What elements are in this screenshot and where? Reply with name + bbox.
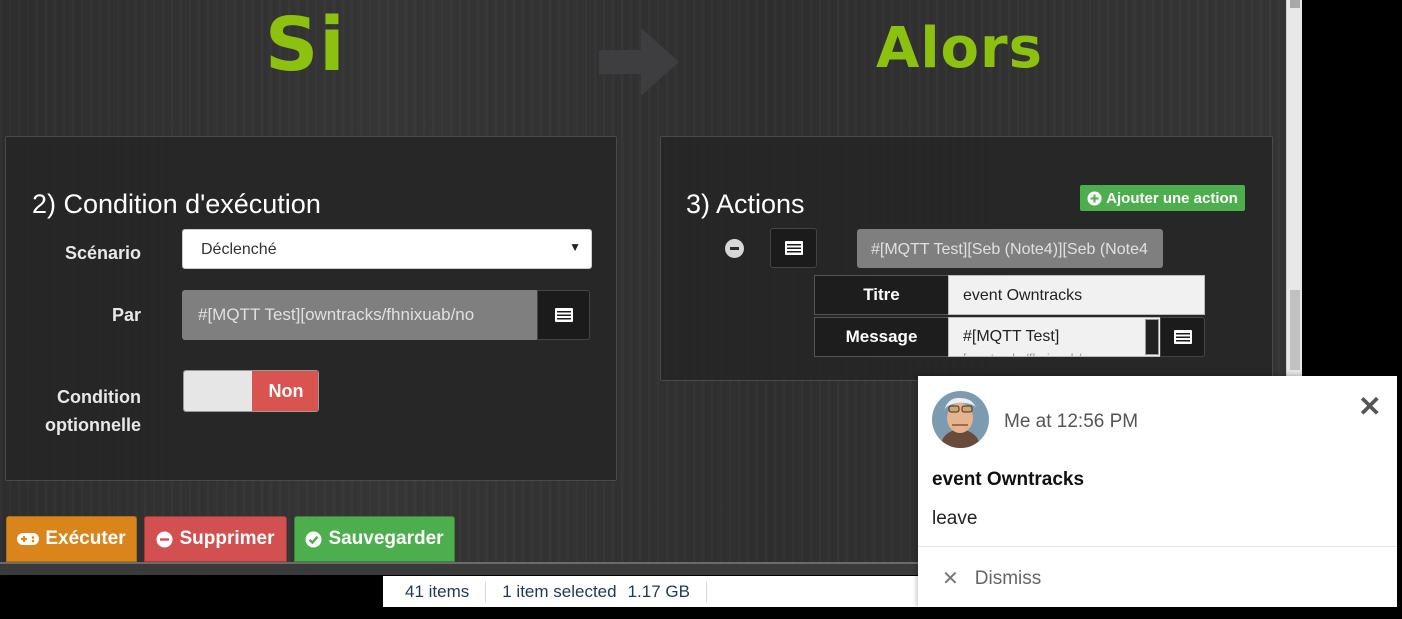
execute-button[interactable]: Exécuter xyxy=(6,516,137,562)
notification-title: event Owntracks xyxy=(932,469,1085,490)
status-separator xyxy=(705,581,707,602)
delete-label: Supprimer xyxy=(179,528,275,549)
save-label: Sauvegarder xyxy=(328,528,444,549)
list-icon xyxy=(554,308,573,322)
notification-divider xyxy=(918,546,1397,547)
condition-title: 2) Condition d'exécution xyxy=(32,189,321,219)
actions-title: 3) Actions xyxy=(686,189,805,219)
if-heading: Si xyxy=(265,2,346,88)
execute-label: Exécuter xyxy=(45,528,126,549)
par-select-button[interactable] xyxy=(537,290,590,340)
dismiss-x-icon: ✕ xyxy=(942,568,959,590)
plus-circle-icon xyxy=(1087,191,1102,205)
action-select-button[interactable] xyxy=(770,228,817,268)
message-label: Message xyxy=(814,317,949,357)
optional-condition-toggle[interactable]: Non xyxy=(183,370,319,412)
arrow-right-icon xyxy=(599,28,679,96)
notification-body: leave xyxy=(932,508,978,529)
titre-label: Titre xyxy=(814,275,949,315)
remove-action-icon[interactable] xyxy=(725,239,744,258)
scroll-up-arrow[interactable] xyxy=(1290,0,1300,8)
caret-down-icon: ▼ xyxy=(569,240,581,254)
add-action-label: Ajouter une action xyxy=(1106,189,1238,207)
delete-button[interactable]: Supprimer xyxy=(144,516,287,562)
message-line1: #[MQTT Test] xyxy=(963,328,1060,345)
toggle-no-label: Non xyxy=(252,371,318,411)
notification-toast[interactable]: Me at 12:56 PM ✕ event Owntracks leave ✕… xyxy=(918,376,1397,607)
optional-condition-label: Condition optionnelle xyxy=(20,383,141,439)
selected-size: 1.17 GB xyxy=(627,581,690,601)
selected-count: 1 item selected xyxy=(502,581,617,601)
toggle-knob xyxy=(184,371,252,411)
titre-input[interactable]: event Owntracks xyxy=(948,275,1205,315)
close-icon[interactable]: ✕ xyxy=(1358,390,1381,423)
add-action-button[interactable]: Ajouter une action xyxy=(1080,185,1245,211)
par-input[interactable]: #[MQTT Test][owntracks/fhnixuab/no xyxy=(182,290,538,340)
then-heading: Alors xyxy=(876,16,1043,81)
dismiss-label: Dismiss xyxy=(974,567,1042,589)
optional-label-line1: Condition xyxy=(57,387,141,407)
list-icon xyxy=(1173,330,1192,344)
scenario-label: Scénario xyxy=(64,243,141,263)
message-textarea[interactable]: #[MQTT Test] [owntracks/fhnixuab/no xyxy=(948,317,1162,357)
message-select-button[interactable] xyxy=(1160,317,1205,357)
minus-circle-icon xyxy=(156,531,173,547)
action-command-input[interactable]: #[MQTT Test][Seb (Note4)][Seb (Note4 xyxy=(857,229,1163,268)
notification-meta: Me at 12:56 PM xyxy=(1004,411,1139,432)
check-circle-icon xyxy=(305,531,322,547)
textarea-scrollbar[interactable] xyxy=(1145,319,1159,355)
message-line2: [owntracks/fhnixuab/no xyxy=(963,349,1161,356)
dismiss-button[interactable]: ✕ Dismiss xyxy=(942,566,1041,591)
save-button[interactable]: Sauvegarder xyxy=(294,516,455,562)
status-separator xyxy=(485,581,487,602)
scenario-select-value: Déclenché xyxy=(201,241,277,258)
avatar xyxy=(932,391,989,448)
gamepad-icon xyxy=(17,533,40,545)
item-count: 41 items xyxy=(405,581,470,601)
scroll-thumb[interactable] xyxy=(1290,290,1300,370)
optional-label-line2: optionnelle xyxy=(45,415,141,435)
list-icon xyxy=(784,241,803,255)
scenario-select[interactable]: Déclenché ▼ xyxy=(182,229,592,269)
explorer-status-bar: 41 items 1 item selected 1.17 GB xyxy=(383,576,918,607)
par-label: Par xyxy=(111,305,141,325)
